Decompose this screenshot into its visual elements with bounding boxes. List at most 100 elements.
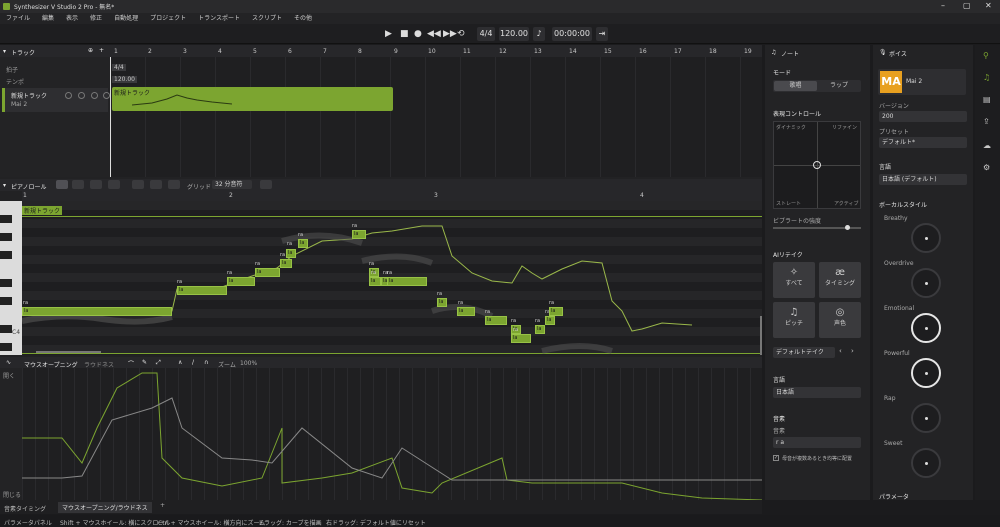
curve-tool-icon[interactable]: ⌒ (128, 359, 134, 368)
snap-icon[interactable]: ⇥ (596, 27, 608, 41)
wave-icon[interactable] (132, 180, 144, 189)
shape-icon-1[interactable]: ∧ (178, 359, 182, 366)
menu-other[interactable]: その他 (288, 13, 318, 24)
piano-roll-collapse-icon[interactable]: ▾ (3, 182, 6, 189)
menu-view[interactable]: 表示 (60, 13, 84, 24)
retake-all-button[interactable]: ✧ すべて (773, 262, 815, 298)
music-icon[interactable]: ♫ (983, 73, 990, 82)
horizontal-scrollbar[interactable] (36, 351, 101, 353)
vibrato-slider[interactable] (773, 225, 861, 230)
menu-auto[interactable]: 自動処理 (108, 13, 144, 24)
retake-select[interactable]: デフォルトテイク (773, 347, 835, 358)
note[interactable]: la (437, 298, 447, 307)
snap-toggle-icon[interactable] (260, 180, 272, 189)
playhead[interactable] (110, 57, 111, 177)
note[interactable]: la (545, 316, 555, 325)
maximize-icon[interactable]: ▢ (963, 1, 971, 10)
param-collapse-icon[interactable]: ∿ (6, 359, 11, 366)
minimize-icon[interactable]: – (941, 1, 945, 10)
export-icon[interactable]: ⇪ (983, 117, 990, 126)
arrangement-view[interactable]: 4/4 120.00 新規トラック (110, 57, 762, 177)
menu-project[interactable]: プロジェクト (144, 13, 192, 24)
pen-tool-icon[interactable] (72, 180, 84, 189)
list-icon[interactable]: ▤ (983, 95, 991, 104)
list-view-icon[interactable] (168, 180, 180, 189)
preset-select[interactable]: デフォルト* (879, 137, 967, 148)
track-name[interactable]: 新規トラック (11, 91, 47, 100)
overdrive-knob[interactable] (911, 268, 941, 298)
pitch-view-icon[interactable] (150, 180, 162, 189)
sweet-knob[interactable] (911, 448, 941, 478)
select-tool-icon[interactable] (56, 180, 68, 189)
retake-prev-icon[interactable]: ‹ (839, 347, 842, 355)
piano-keyboard[interactable]: C4 (0, 201, 22, 355)
track-clip[interactable]: 新規トラック (112, 87, 393, 111)
location-icon[interactable]: ⚲ (983, 51, 989, 60)
note[interactable]: la (549, 307, 563, 316)
rap-knob[interactable] (911, 403, 941, 433)
record-arm-icon[interactable] (103, 92, 110, 99)
note[interactable]: la (280, 259, 292, 268)
note[interactable]: la (535, 325, 545, 334)
retake-timing-button[interactable]: æ タイミング (819, 262, 861, 298)
note[interactable]: la (298, 239, 308, 248)
phoneme-input[interactable]: r a (773, 437, 861, 448)
time-signature-field[interactable]: 4/4 (477, 27, 495, 41)
note[interactable]: la (457, 307, 475, 316)
rewind-icon[interactable]: ◀◀ (427, 28, 441, 40)
retake-pitch-button[interactable]: ♫ ピッチ (773, 302, 815, 338)
note[interactable]: la (511, 334, 531, 343)
collapse-icon[interactable]: ▾ (3, 48, 6, 55)
note[interactable]: la (286, 249, 296, 258)
stop-icon[interactable]: ■ (400, 28, 409, 40)
piano-roll-ruler[interactable]: 1 2 3 4 (22, 191, 762, 201)
mode-sing[interactable]: 歌唱 (774, 81, 817, 91)
note[interactable]: la (387, 277, 427, 286)
time-sig-marker[interactable]: 4/4 (112, 64, 126, 71)
forward-icon[interactable]: ▶▶ (443, 28, 457, 40)
shape-icon-3[interactable]: ∩ (204, 359, 208, 366)
menu-transport[interactable]: トランスポート (192, 13, 246, 24)
tempo-marker[interactable]: 120.00 (112, 76, 137, 83)
track-header[interactable]: 新規トラック Mai 2 (2, 88, 110, 112)
track-ruler[interactable]: 1 2 3 4 5 6 7 8 9 10 11 12 13 14 15 16 1… (110, 45, 762, 57)
cloud-icon[interactable]: ☁ (983, 141, 991, 150)
line-tool-icon[interactable]: ⤢ (156, 359, 161, 367)
close-icon[interactable]: ✕ (985, 1, 992, 10)
pan-knob[interactable] (78, 92, 85, 99)
note[interactable]: la (352, 230, 366, 239)
menu-script[interactable]: スクリプト (246, 13, 288, 24)
emotional-knob[interactable] (911, 313, 941, 343)
mode-rap[interactable]: ラップ (819, 81, 859, 91)
tempo-field[interactable]: 120.00 (499, 27, 529, 41)
voice-language-select[interactable]: 日本語 (デフォルト) (879, 174, 967, 185)
version-select[interactable]: 200 (879, 111, 967, 122)
powerful-knob[interactable] (911, 358, 941, 388)
language-select[interactable]: 日本語 (773, 387, 861, 398)
note[interactable]: la (227, 277, 255, 286)
param-curve-area[interactable] (22, 368, 762, 500)
metronome-icon[interactable]: ♪ (533, 27, 545, 41)
add-tab-icon[interactable]: + (160, 502, 165, 509)
note[interactable]: la (177, 286, 227, 295)
note[interactable]: la (485, 316, 507, 325)
note[interactable]: la (255, 268, 280, 277)
record-icon[interactable]: ● (414, 28, 422, 40)
shape-icon-2[interactable]: / (192, 359, 194, 366)
grid-select[interactable]: 32 分音符 (212, 180, 252, 189)
solo-mute-icon[interactable] (91, 92, 98, 99)
menu-modify[interactable]: 修正 (84, 13, 108, 24)
pen-icon[interactable]: ✎ (142, 359, 147, 366)
note[interactable]: la (22, 307, 172, 316)
volume-knob[interactable] (65, 92, 72, 99)
voice-selector[interactable]: MA Mai 2 (878, 69, 966, 95)
add-track-icon[interactable]: + (99, 47, 104, 54)
even-vowel-checkbox[interactable]: ✓ (773, 455, 779, 461)
expression-pad[interactable]: ダイナミック リファイン ストレート アクティブ (773, 121, 861, 209)
tab-mouth-loudness[interactable]: マウスオープニング/ラウドネス (58, 502, 152, 513)
zoom-icon[interactable]: ⊕ (88, 47, 93, 54)
vertical-scrollbar[interactable] (760, 316, 762, 355)
menu-edit[interactable]: 編集 (36, 13, 60, 24)
zoom-value[interactable]: 100% (240, 360, 257, 367)
retake-next-icon[interactable]: › (851, 347, 854, 355)
